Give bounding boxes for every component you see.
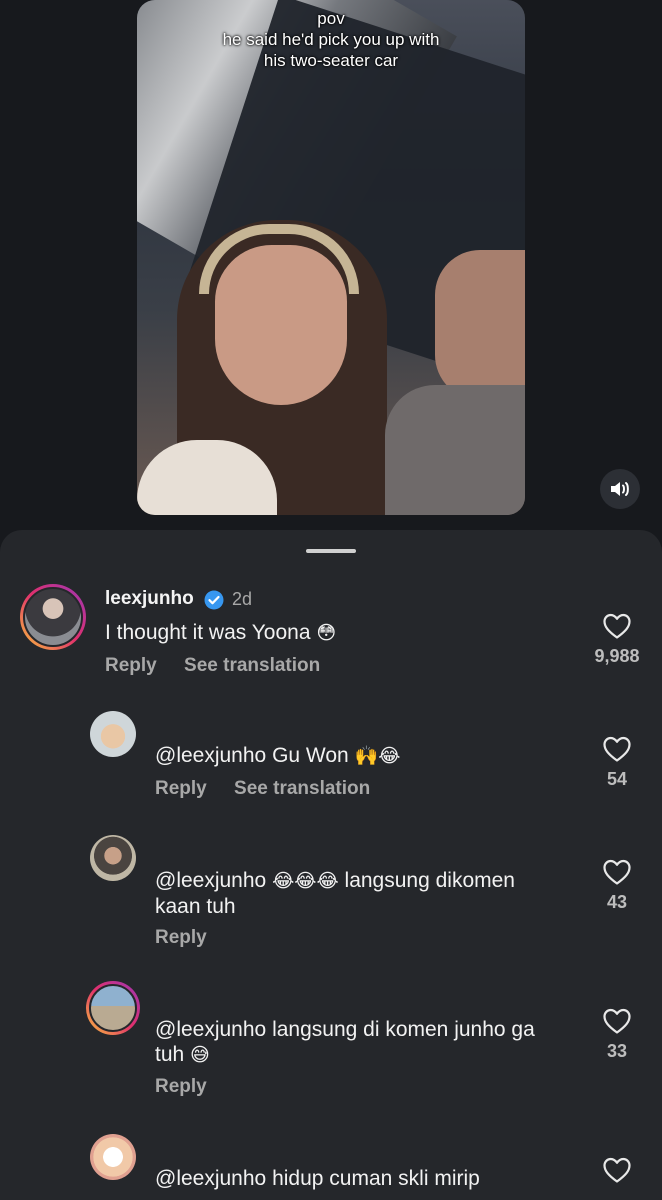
reply-button[interactable]: Reply <box>155 927 207 948</box>
see-translation-button[interactable]: See translation <box>234 778 370 799</box>
comment-emoji: 😳 <box>316 622 337 644</box>
video-scene-man <box>435 250 525 400</box>
like-count: 9,988 <box>594 646 640 666</box>
heart-outline-icon[interactable] <box>602 858 632 886</box>
avatar[interactable] <box>20 584 86 650</box>
mute-button[interactable] <box>600 469 640 509</box>
mention-link[interactable]: @leexjunho <box>155 1167 266 1190</box>
comment-body: hidup cuman skli mirip <box>272 1167 480 1190</box>
comment-body: I thought it was Yoona <box>105 621 311 644</box>
heart-outline-icon[interactable] <box>602 735 632 763</box>
comment-actions: Reply <box>155 1076 229 1098</box>
video-scene-shirt <box>385 385 525 515</box>
reply-button[interactable]: Reply <box>155 1076 207 1097</box>
avatar[interactable] <box>90 835 136 881</box>
comment-emoji: 😂😂😂 <box>272 870 339 892</box>
comment-text: @leexjunho Gu Won 🙌😂 <box>155 743 400 769</box>
like-count: 54 <box>606 769 628 789</box>
caption-line-1: pov <box>317 9 345 28</box>
video-caption: pov he said he'd pick you up with his tw… <box>137 8 525 71</box>
heart-outline-icon[interactable] <box>602 1156 632 1184</box>
comment-actions: Reply See translation <box>155 778 392 800</box>
reply-button[interactable]: Reply <box>105 655 157 676</box>
comment-actions: Reply <box>155 927 229 949</box>
comment-time: 2d <box>232 589 253 609</box>
verified-badge-icon <box>204 590 224 610</box>
comment-body: langsung dikomen <box>344 869 515 892</box>
comment-body: langsung di komen junho ga <box>272 1018 535 1041</box>
comment-actions: Reply See translation <box>105 655 342 677</box>
reply-button[interactable]: Reply <box>155 778 207 799</box>
video-player[interactable]: pov he said he'd pick you up with his tw… <box>137 0 525 515</box>
mention-link[interactable]: @leexjunho <box>155 1018 266 1041</box>
comment-text: @leexjunho hidup cuman skli mirip <box>155 1166 575 1191</box>
heart-outline-icon[interactable] <box>602 612 632 640</box>
comment-username[interactable]: leexjunho <box>105 588 194 610</box>
like-count: 43 <box>606 892 628 912</box>
comment-body: Gu Won <box>272 744 349 767</box>
comment-emoji: 😅 <box>190 1044 210 1066</box>
heart-outline-icon[interactable] <box>602 1007 632 1035</box>
comment-emoji: 🙌😂 <box>354 745 401 767</box>
comment-body-continued: kaan tuh <box>155 895 236 918</box>
see-translation-button[interactable]: See translation <box>184 655 320 676</box>
caption-line-3: his two-seater car <box>263 51 399 70</box>
avatar[interactable] <box>86 981 140 1035</box>
comment-body-continued: tuh <box>155 1043 185 1066</box>
comment-text: @leexjunho 😂😂😂 langsung dikomen kaan tuh <box>155 868 575 919</box>
avatar[interactable] <box>90 1134 136 1180</box>
avatar[interactable] <box>90 711 136 757</box>
comment-text: I thought it was Yoona 😳 <box>105 620 336 646</box>
screen: pov he said he'd pick you up with his tw… <box>0 0 662 1200</box>
caption-line-2: he said he'd pick you up with <box>222 30 440 49</box>
like-count: 33 <box>606 1041 628 1061</box>
comments-sheet: leexjunho 2d I thought it was Yoona 😳 Re… <box>0 530 662 1200</box>
speaker-icon <box>611 482 629 496</box>
drag-handle[interactable] <box>306 549 356 553</box>
mention-link[interactable]: @leexjunho <box>155 744 266 767</box>
comment-text: @leexjunho langsung di komen junho ga tu… <box>155 1017 585 1068</box>
mention-link[interactable]: @leexjunho <box>155 869 266 892</box>
